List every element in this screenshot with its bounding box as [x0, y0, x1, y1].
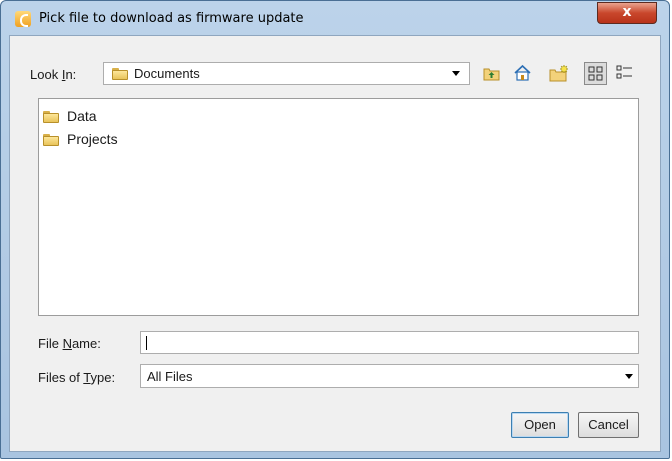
title-bar[interactable]: Pick file to download as firmware update… [1, 1, 669, 35]
folder-icon [43, 134, 59, 146]
new-folder-button[interactable] [547, 62, 570, 85]
list-view-button[interactable] [584, 62, 607, 85]
look-in-label: Look In: [30, 67, 77, 82]
file-type-dropdown[interactable]: All Files [140, 364, 639, 388]
home-button[interactable] [511, 62, 534, 85]
cancel-button[interactable]: Cancel [578, 412, 639, 438]
file-name-label: File Name: [38, 336, 101, 351]
file-name: Projects [67, 131, 118, 147]
file-name-input[interactable] [140, 331, 639, 354]
chevron-down-icon [452, 71, 460, 76]
up-one-level-button[interactable] [480, 62, 503, 85]
open-button[interactable]: Open [511, 412, 569, 438]
text-caret [146, 336, 147, 350]
list-view-icon [588, 66, 603, 81]
home-icon [514, 64, 531, 81]
details-view-icon [616, 65, 632, 79]
file-type-label: Files of Type: [38, 370, 116, 385]
close-icon: x [622, 4, 632, 20]
file-type-value: All Files [147, 369, 193, 384]
file-name: Data [67, 108, 97, 124]
file-list[interactable]: Data Projects [38, 98, 639, 316]
app-logo-icon [15, 11, 31, 27]
details-view-button[interactable] [613, 62, 636, 85]
up-one-level-icon [483, 68, 500, 81]
look-in-dropdown[interactable]: Documents [103, 62, 470, 85]
folder-icon [112, 68, 128, 80]
close-button[interactable]: x [597, 2, 657, 24]
look-in-value: Documents [134, 66, 200, 81]
chevron-down-icon [625, 374, 633, 379]
window-title: Pick file to download as firmware update [39, 11, 304, 26]
folder-icon [43, 111, 59, 123]
new-folder-icon [549, 64, 569, 82]
